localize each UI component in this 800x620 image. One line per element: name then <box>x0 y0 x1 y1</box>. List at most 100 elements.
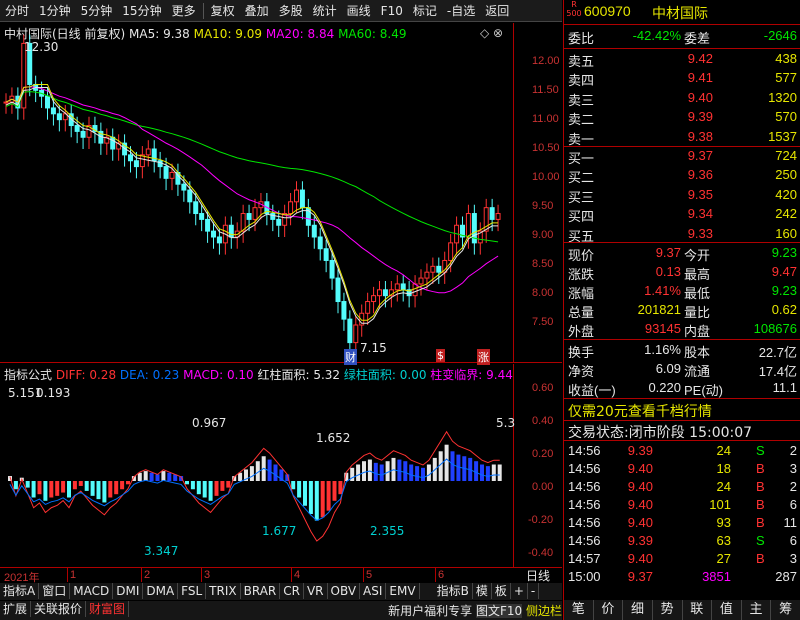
indicator-tab-17[interactable]: - <box>528 583 540 599</box>
axis-divider <box>513 23 514 363</box>
candle-body <box>377 289 382 297</box>
toolbar-btn-12[interactable]: -自选 <box>442 2 480 19</box>
tick-side: B <box>756 479 765 494</box>
bottom-tab-0[interactable]: 笔 <box>564 600 594 620</box>
orderbook-row: 买四 9.34 242 <box>564 206 800 225</box>
extend-tab-2[interactable]: 财富图 <box>86 601 130 617</box>
tick-count: 287 <box>775 569 797 584</box>
toolbar-btn-9[interactable]: 画线 <box>342 2 376 19</box>
quote-row: 总量 201821 量比 0.62 <box>564 302 800 321</box>
sidebar-link[interactable]: 侧边栏 <box>526 604 562 618</box>
macd-bar <box>409 464 414 481</box>
tick-count: 3 <box>789 551 797 566</box>
dividend-mark[interactable]: $ <box>436 349 445 362</box>
orderbook-volume: 420 <box>775 186 797 202</box>
extend-tab-0[interactable]: 扩展 <box>0 601 32 617</box>
toolbar-btn-5[interactable]: 复权 <box>206 2 240 19</box>
indicator-tab-1[interactable]: 窗口 <box>39 583 71 599</box>
kline-panel[interactable]: 中村国际(日线 前复权) MA5: 9.38 MA10: 9.09 MA20: … <box>0 23 562 365</box>
indicator-tab-10[interactable]: OBV <box>328 583 361 599</box>
quote-label: 最高 <box>684 267 711 282</box>
indicator-tab-6[interactable]: TRIX <box>206 583 241 599</box>
macd-value-label: 2.355 <box>370 524 405 538</box>
tick-price: 9.40 <box>627 461 653 476</box>
tick-price: 9.39 <box>627 533 653 548</box>
macd-bar <box>226 481 231 488</box>
toolbar-btn-0[interactable]: 分时 <box>0 2 34 19</box>
kline-ytick: 8.50 <box>532 258 554 270</box>
quote-label: 内盘 <box>684 324 711 339</box>
f10-link[interactable]: 图文F10 <box>475 604 523 618</box>
tick-time: 14:56 <box>568 497 601 512</box>
promo-link[interactable]: 新用户福利专享 <box>388 604 472 618</box>
toolbar-btn-13[interactable]: 返回 <box>480 2 514 19</box>
rise-mark[interactable]: 涨 <box>477 349 490 365</box>
tick-price: 9.40 <box>627 551 653 566</box>
indicator-tab-12[interactable]: EMV <box>386 583 420 599</box>
toolbar-btn-7[interactable]: 多股 <box>274 2 308 19</box>
toolbar-btn-6[interactable]: 叠加 <box>240 2 274 19</box>
indicator-tab-15[interactable]: 板 <box>492 583 511 599</box>
diff-line <box>9 430 500 542</box>
toolbar-btn-3[interactable]: 15分钟 <box>117 2 166 19</box>
indicator-tab-0[interactable]: 指标A <box>0 583 40 599</box>
kline-ytick: 9.50 <box>532 200 554 212</box>
indicator-tab-14[interactable]: 模 <box>473 583 492 599</box>
candle-body <box>270 213 276 220</box>
indicator-tab-9[interactable]: VR <box>304 583 328 599</box>
candle-body <box>335 277 341 303</box>
finance-mark[interactable]: 财 <box>344 349 357 365</box>
macd-bar <box>49 481 54 498</box>
toolbar-btn-8[interactable]: 统计 <box>308 2 342 19</box>
bottom-tab-6[interactable]: 主 <box>742 600 772 620</box>
orderbook-row: 卖三 9.40 1320 <box>564 90 800 109</box>
kline-ytick: 10.00 <box>532 171 560 183</box>
macd-ytick: 0.00 <box>532 481 554 493</box>
toolbar-btn-2[interactable]: 5分钟 <box>76 2 118 19</box>
indicator-tab-16[interactable]: + <box>511 583 528 599</box>
macd-svg <box>8 430 502 542</box>
indicator-tab-3[interactable]: DMI <box>113 583 144 599</box>
macd-bar <box>421 467 425 481</box>
indicator-tab-2[interactable]: MACD <box>70 583 114 599</box>
indicator-tab-4[interactable]: DMA <box>143 583 179 599</box>
toolbar-btn-11[interactable]: 标记 <box>408 2 442 19</box>
toolbar-btn-1[interactable]: 1分钟 <box>34 2 76 19</box>
extend-tab-1[interactable]: 关联报价 <box>31 601 87 617</box>
orderbook-price: 9.40 <box>687 89 713 105</box>
orderbook-volume: 570 <box>775 109 797 125</box>
macd-bar <box>196 481 201 495</box>
indicator-tab-11[interactable]: ASI <box>360 583 387 599</box>
orderbook-row: 卖一 9.38 1537 <box>564 129 800 148</box>
toolbar-btn-10[interactable]: F10 <box>376 4 408 18</box>
period-label[interactable]: 日线 <box>526 567 550 584</box>
xaxis-tick <box>291 568 292 582</box>
orderbook-price: 9.36 <box>687 167 713 183</box>
tick-volume: 101 <box>709 497 731 512</box>
kline-ytick: 9.00 <box>532 229 554 241</box>
indicator-tab-7[interactable]: BRAR <box>241 583 281 599</box>
indicator-tab-5[interactable]: FSL <box>178 583 207 599</box>
quote-label: 涨幅 <box>568 286 595 301</box>
tick-time: 15:00 <box>568 569 601 584</box>
macd-bar <box>161 471 166 481</box>
ma10-line <box>5 83 499 321</box>
toolbar-btn-4[interactable]: 更多 <box>167 2 201 19</box>
bottom-tab-4[interactable]: 联 <box>683 600 713 620</box>
indicator-tab-8[interactable]: CR <box>280 583 304 599</box>
bottom-tab-1[interactable]: 价 <box>594 600 624 620</box>
bottom-tab-7[interactable]: 筹 <box>771 600 800 620</box>
candle-body <box>436 265 442 273</box>
tick-side: B <box>756 497 765 512</box>
indicator-tab-13[interactable]: 指标B <box>434 583 473 599</box>
bottom-tab-5[interactable]: 值 <box>712 600 742 620</box>
bottom-tab-2[interactable]: 细 <box>623 600 653 620</box>
macd-bar <box>367 459 372 481</box>
candle-body <box>50 107 56 115</box>
candle-body <box>199 213 205 220</box>
bottom-tab-3[interactable]: 势 <box>653 600 683 620</box>
promo-banner[interactable]: 仅需20元查看千档行情 <box>568 401 712 421</box>
macd-panel[interactable]: 指标公式 DIFF: 0.28 DEA: 0.23 MACD: 0.10 红柱面… <box>0 364 562 567</box>
tick-row: 14:56 9.40 93 B 11 <box>564 515 800 534</box>
tick-row: 14:57 9.40 27 B 3 <box>564 551 800 570</box>
